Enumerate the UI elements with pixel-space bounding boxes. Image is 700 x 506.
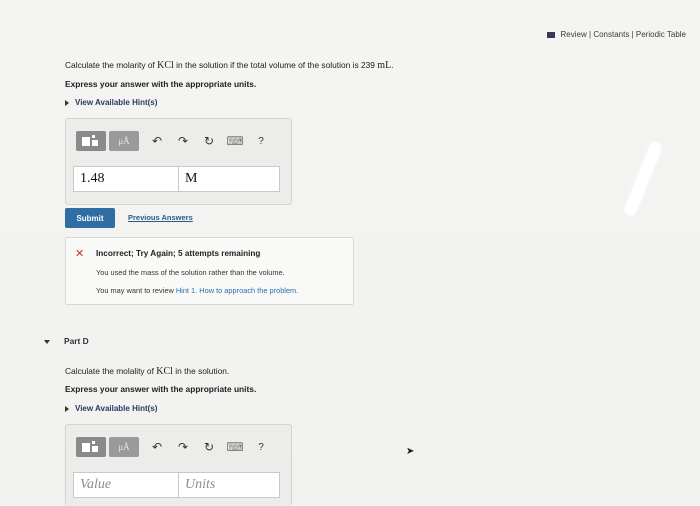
separator: | (631, 30, 634, 39)
feedback-line-2-prefix: You may want to review (96, 286, 176, 295)
units-symbol-button[interactable]: μÅ (109, 131, 139, 151)
feedback-title: Incorrect; Try Again; 5 attempts remaini… (96, 249, 261, 258)
volume-unit: mL (377, 60, 392, 71)
value-input[interactable]: Value (73, 472, 179, 498)
instruction-c: Express your answer with the appropriate… (65, 79, 257, 89)
answer-editor-d: μÅ ↶ ↷ ↻ ⌨ ? Value Units (65, 424, 292, 506)
question-text-d: Calculate the molality of KCl in the sol… (65, 366, 229, 377)
question-prefix: Calculate the molality of (65, 366, 157, 376)
units-input[interactable]: Units (178, 472, 280, 498)
review-link[interactable]: Review (561, 30, 587, 39)
incorrect-x-icon: ✕ (75, 248, 85, 260)
editor-toolbar: μÅ ↶ ↷ ↻ ⌨ ? (76, 435, 272, 459)
part-d-header[interactable]: Part D (44, 336, 89, 346)
feedback-line-1: You used the mass of the solution rather… (96, 268, 285, 277)
part-d-title: Part D (64, 336, 89, 346)
collapse-caret-icon (44, 339, 50, 344)
value-input[interactable]: 1.48 (73, 166, 179, 192)
question-end: in the solution. (172, 366, 230, 376)
keyboard-icon[interactable]: ⌨ (224, 134, 246, 148)
expand-triangle-icon (65, 405, 69, 412)
view-hints-d[interactable]: View Available Hint(s) (65, 404, 157, 413)
help-icon[interactable]: ? (250, 136, 272, 147)
submit-button[interactable]: Submit (65, 208, 115, 228)
question-middle: in the solution if the total volume of t… (173, 60, 378, 70)
periodic-table-link[interactable]: Periodic Table (636, 30, 686, 39)
redo-icon[interactable]: ↷ (172, 134, 194, 148)
question-prefix: Calculate the molarity of (65, 60, 158, 70)
feedback-line-2: You may want to review Hint 1. How to ap… (96, 286, 298, 295)
undo-icon[interactable]: ↶ (146, 440, 168, 454)
answer-editor-c: μÅ ↶ ↷ ↻ ⌨ ? 1.48 M (65, 118, 292, 205)
template-icon[interactable] (76, 131, 106, 151)
chem-formula: KCl (156, 366, 173, 377)
keyboard-icon[interactable]: ⌨ (224, 440, 246, 454)
header-links: Review | Constants | Periodic Table (547, 30, 686, 39)
reset-icon[interactable]: ↻ (198, 134, 220, 148)
template-icon[interactable] (76, 437, 106, 457)
reset-icon[interactable]: ↻ (198, 440, 220, 454)
question-text-c: Calculate the molarity of KCl in the sol… (65, 60, 394, 71)
separator: | (589, 30, 592, 39)
undo-icon[interactable]: ↶ (146, 134, 168, 148)
mouse-cursor-icon: ➤ (406, 446, 415, 457)
editor-toolbar: μÅ ↶ ↷ ↻ ⌨ ? (76, 129, 272, 153)
help-icon[interactable]: ? (250, 442, 272, 453)
white-scribble (622, 140, 664, 218)
constants-link[interactable]: Constants (593, 30, 629, 39)
review-icon (547, 31, 556, 38)
instruction-d: Express your answer with the appropriate… (65, 384, 257, 394)
view-hints-c[interactable]: View Available Hint(s) (65, 98, 157, 107)
hints-label: View Available Hint(s) (75, 404, 158, 413)
hint-1-link[interactable]: Hint 1. How to approach the problem. (176, 286, 298, 295)
feedback-box: ✕ Incorrect; Try Again; 5 attempts remai… (65, 237, 354, 305)
units-input[interactable]: M (178, 166, 280, 192)
expand-triangle-icon (65, 99, 69, 106)
redo-icon[interactable]: ↷ (172, 440, 194, 454)
hints-label: View Available Hint(s) (75, 98, 158, 107)
units-symbol-button[interactable]: μÅ (109, 437, 139, 457)
chem-formula: KCl (157, 60, 174, 71)
page: Review | Constants | Periodic Table Calc… (0, 0, 700, 506)
question-end: . (391, 60, 394, 70)
previous-answers-link[interactable]: Previous Answers (128, 213, 193, 222)
